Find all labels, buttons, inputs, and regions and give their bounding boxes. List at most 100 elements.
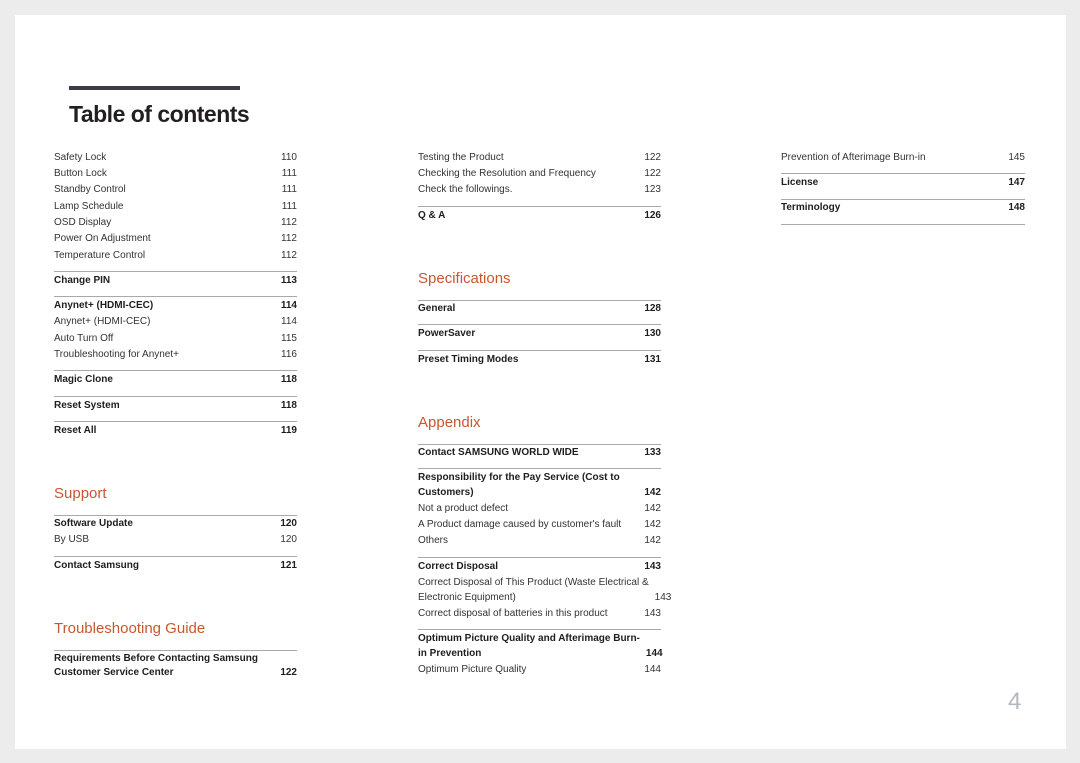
toc-entry-link[interactable]: Power On Adjustment 112 [54,231,297,247]
toc-entry-label: Auto Turn Off [54,332,113,347]
toc-entry-link[interactable]: OSD Display 112 [54,215,297,231]
toc-entry-page-number: 144 [644,663,661,675]
toc-entry-label-line: Prevention of Afterimage Burn-in [781,151,926,163]
divider [418,629,661,631]
toc-entry-label-line: Checking the Resolution and Frequency [418,168,596,180]
toc-entry-page-number: 144 [645,647,663,659]
toc-section-link[interactable]: Terminology 148 [781,201,1025,217]
toc-entry-label-line: Testing the Product [418,151,504,163]
toc-entry-link[interactable]: A Product damage caused by customer's fa… [418,517,661,533]
toc-entry-label: Prevention of Afterimage Burn-in [781,151,926,166]
toc-entry-label: Button Lock [54,167,107,182]
toc-section-link[interactable]: Responsibility for the Pay Service (Cost… [418,470,661,501]
toc-entry-label: Magic Clone [54,373,113,388]
toc-entry-link[interactable]: By USB 120 [54,533,297,549]
toc-entry-label: Change PIN [54,274,110,289]
toc-entry-label: Correct Disposal of This Product (Waste … [418,576,649,605]
toc-entry-label: Standby Control [54,183,126,198]
toc-entry-link[interactable]: Lamp Schedule 111 [54,199,297,215]
toc-chapter-heading[interactable]: Troubleshooting Guide [54,618,297,652]
toc-entry-link[interactable]: Safety Lock 110 [54,150,297,166]
toc-section-link[interactable]: License 147 [781,175,1025,191]
toc-entry-page-number: 122 [644,168,661,180]
toc-entry-link[interactable]: Standby Control 111 [54,183,297,199]
toc-chapter-heading[interactable]: Specifications [418,268,661,302]
toc-entry-link[interactable]: Correct Disposal of This Product (Waste … [418,575,671,606]
toc-entry-label-line: Anynet+ (HDMI-CEC) [54,316,151,328]
toc-section-link[interactable]: Optimum Picture Quality and Afterimage B… [418,631,663,662]
toc-entry-label-line: Auto Turn Off [54,332,114,344]
toc-entry-label: Lamp Schedule [54,200,124,215]
toc-entry-label: Testing the Product [418,151,504,166]
toc-entry-label-line: Others [418,535,449,547]
toc-section-link[interactable]: Change PIN 113 [54,273,297,289]
divider [54,420,297,422]
toc-entry-link[interactable]: Prevention of Afterimage Burn-in 145 [781,150,1025,166]
toc-section-link[interactable]: Anynet+ (HDMI-CEC) 114 [54,298,297,314]
toc-entry-link[interactable]: Optimum Picture Quality 144 [418,662,661,678]
toc-entry-link[interactable]: Temperature Control 112 [54,248,297,264]
toc-entry-link[interactable]: Correct disposal of batteries in this pr… [418,606,661,622]
toc-entry-page-number: 122 [280,667,297,679]
toc-entry-page-number: 142 [644,502,661,514]
toc-chapter-heading[interactable]: Appendix [418,412,661,445]
toc-entry-label: Contact SAMSUNG WORLD WIDE [418,446,579,461]
toc-section-link[interactable]: PowerSaver 130 [418,326,661,342]
toc-entry-label-line: Q & A [418,209,446,221]
toc-entry-label-line: Anynet+ (HDMI-CEC) [54,300,154,312]
divider [418,349,661,351]
toc-section-link[interactable]: Software Update 120 [54,516,297,532]
toc-entry-label-line: Safety Lock [54,151,107,163]
toc-section-link[interactable]: Contact Samsung 121 [54,558,297,574]
toc-section-link[interactable]: Correct Disposal 143 [418,559,661,575]
toc-entry-label-line: in Prevention [418,647,482,659]
toc-section-link[interactable]: Reset System 118 [54,398,297,414]
toc-chapter-heading[interactable]: Support [54,483,297,517]
page-number: 4 [1008,688,1022,715]
toc-entry-page-number: 111 [281,168,297,180]
toc-entry-link[interactable]: Anynet+ (HDMI-CEC) 114 [54,315,297,331]
toc-entry-link[interactable]: Auto Turn Off 115 [54,331,297,347]
toc-section-link[interactable]: Preset Timing Modes 131 [418,352,661,368]
toc-entry-page-number: 112 [281,233,297,245]
toc-entry-page-number: 115 [281,332,297,344]
toc-entry-label: Optimum Picture Quality and Afterimage B… [418,632,640,661]
toc-entry-link[interactable]: Check the followings. 123 [418,183,661,199]
toc-entry-page-number: 133 [644,446,661,458]
toc-entry-page-number: 122 [644,151,661,163]
toc-entry-link[interactable]: Testing the Product 122 [418,150,661,166]
toc-section-link[interactable]: Contact SAMSUNG WORLD WIDE 133 [418,445,661,461]
toc-entry-link[interactable]: Button Lock 111 [54,166,297,182]
toc-entry-page-number: 130 [644,328,661,340]
toc-entry-page-number: 126 [644,209,661,221]
toc-entry-page-number: 114 [280,300,297,312]
toc-section-link[interactable]: General 128 [418,301,661,317]
toc-entry-page-number: 118 [280,374,297,386]
toc-entry-label: Requirements Before Contacting Samsung Cu… [54,652,258,681]
toc-section-link[interactable]: Magic Clone 118 [54,372,297,388]
toc-entry-label-line: Magic Clone [54,374,113,386]
toc-entry-link[interactable]: Troubleshooting for Anynet+ 116 [54,347,297,363]
divider [418,324,661,326]
toc-entry-link[interactable]: Not a product defect 142 [418,501,661,517]
toc-entry-label: OSD Display [54,216,111,231]
divider [54,370,297,372]
toc-entry-label-line: Terminology [781,202,841,214]
toc-entry-page-number: 143 [654,591,672,603]
toc-section-link[interactable]: Requirements Before Contacting Samsung Cu… [54,651,297,682]
divider [418,468,661,470]
divider [54,296,297,298]
toc-entry-label-line: General [418,303,456,315]
toc-entry-page-number: 147 [1008,177,1025,189]
toc-entry-page-number: 142 [644,519,661,531]
toc-entry-label: Anynet+ (HDMI-CEC) [54,299,153,314]
toc-entry-label-line: Correct Disposal [418,560,499,572]
toc-section-link[interactable]: Reset All 119 [54,423,297,439]
toc-entry-label-line: Customer Service Center [54,667,174,679]
toc-entry-link[interactable]: Checking the Resolution and Frequency 122 [418,166,661,182]
toc-section-link[interactable]: Q & A 126 [418,208,661,224]
toc-entry-label-line: Temperature Control [54,249,146,261]
toc-entry-page-number: 110 [281,151,297,163]
toc-entry-link[interactable]: Others 142 [418,534,661,550]
toc-entry-label-line: Optimum Picture Quality and Afterimage B… [418,633,640,645]
